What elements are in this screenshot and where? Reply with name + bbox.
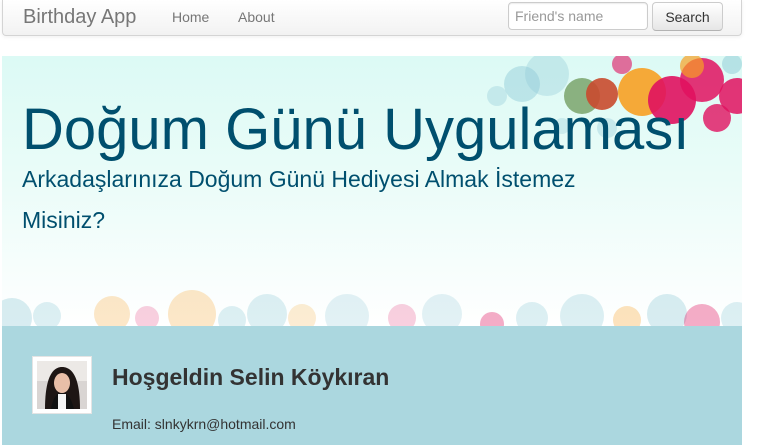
avatar: [32, 356, 92, 414]
hero-subtitle: Arkadaşlarınıza Doğum Günü Hediyesi Alma…: [22, 166, 576, 233]
email-label: Email:: [112, 416, 151, 432]
welcome-panel: Hoşgeldin Selin Köykıran Email: slnkykrn…: [2, 326, 742, 445]
welcome-greeting: Hoşgeldin Selin Köykıran: [112, 364, 390, 390]
nav-home-link[interactable]: Home: [172, 9, 209, 25]
email-value: slnkykrn@hotmail.com: [154, 416, 296, 432]
friend-search-input[interactable]: [508, 2, 648, 30]
hero-title: Doğum Günü Uygulaması: [22, 97, 690, 162]
navbar: Birthday App Home About Search: [2, 0, 742, 36]
profile-photo: [37, 361, 87, 409]
search-button[interactable]: Search: [652, 2, 723, 31]
email-line: Email: slnkykrn@hotmail.com: [112, 416, 296, 432]
nav-about-link[interactable]: About: [238, 9, 275, 25]
hero-banner: Doğum Günü Uygulaması Arkadaşlarınıza Do…: [2, 56, 742, 326]
brand-link[interactable]: Birthday App: [23, 6, 136, 29]
